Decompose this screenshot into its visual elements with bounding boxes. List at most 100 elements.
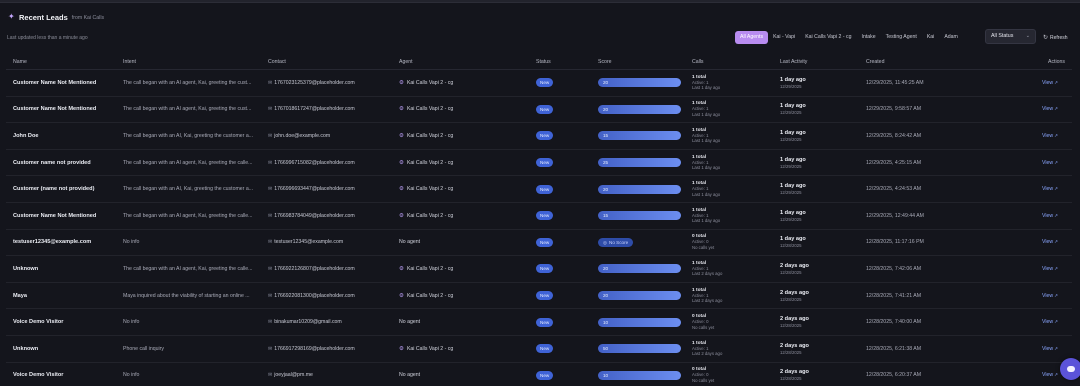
agent-filter-chip[interactable]: Kai <box>922 31 940 44</box>
table-row[interactable]: Customer Name Not Mentioned The call bega… <box>6 97 1072 124</box>
lead-name[interactable]: Customer Name Not Mentioned <box>13 70 118 96</box>
agent-filter-chip[interactable]: Kai Calls Vapi 2 - cg <box>800 31 856 44</box>
external-link-icon: ↗ <box>1054 292 1059 298</box>
table-row[interactable]: Customer (name not provided) The call beg… <box>6 176 1072 203</box>
lead-agent: ⚙ Kai Calls Vapi 2 - cg <box>399 176 529 202</box>
table-row[interactable]: Voice Demo Visitor No info ✉ binakumar10209… <box>6 309 1072 336</box>
status-badge: New <box>536 237 554 247</box>
lead-status: New <box>536 203 576 229</box>
status-badge: New <box>536 344 554 354</box>
external-link-icon: ↗ <box>1054 239 1059 245</box>
contact-email: 1766983784049@placeholder.com <box>274 212 355 219</box>
view-link[interactable]: View ↗ <box>1042 123 1072 149</box>
lead-created: 12/28/2025, 7:40:00 AM <box>866 319 922 326</box>
mail-icon: ✉ <box>268 186 273 193</box>
view-link[interactable]: View ↗ <box>1042 309 1072 335</box>
lead-name[interactable]: Maya <box>13 283 118 309</box>
column-header: Contact <box>268 58 286 65</box>
view-link[interactable]: View ↗ <box>1042 230 1072 256</box>
lead-contact: ✉ 1767023125379@placeholder.com <box>268 70 393 96</box>
view-link[interactable]: View ↗ <box>1042 283 1072 309</box>
table-row[interactable]: Customer name not provided The call began… <box>6 150 1072 177</box>
table-row[interactable]: John Doe The call began with an AI, Kai, … <box>6 123 1072 150</box>
bot-icon: ⚙ <box>399 106 404 113</box>
view-label: View <box>1042 132 1054 139</box>
activity-date: 12/29/2025 <box>780 216 802 222</box>
lead-contact: ✉ testuser12345@example.com <box>268 230 393 256</box>
status-badge: New <box>536 131 554 141</box>
view-label: View <box>1042 239 1054 246</box>
lead-calls: 1 total Active: 1 Last 2 days ago <box>692 336 772 362</box>
lead-score: 50 <box>598 336 688 362</box>
table-row[interactable]: Unknown The call began with an AI agent, … <box>6 256 1072 283</box>
agent-filter-chip[interactable]: Testing Agent <box>881 31 922 44</box>
lead-created: 12/29/2025, 12:49:44 AM <box>866 212 924 219</box>
external-link-icon: ↗ <box>1054 79 1059 85</box>
lead-agent: ⚙ Kai Calls Vapi 2 - cg <box>399 203 529 229</box>
lead-intent: Maya inquired about the viability of sta… <box>123 292 250 299</box>
chat-launcher-button[interactable] <box>1060 358 1080 380</box>
agent-filter-chip[interactable]: Adam <box>939 31 963 44</box>
table-row[interactable]: Maya Maya inquired about the viability of… <box>6 283 1072 310</box>
agent-name: Kai Calls Vapi 2 - cg <box>406 345 454 352</box>
lead-name[interactable]: John Doe <box>13 123 118 149</box>
view-link[interactable]: View ↗ <box>1042 150 1072 176</box>
score-bar: 15 <box>598 211 681 221</box>
table-row[interactable]: Customer Name Not Mentioned The call bega… <box>6 70 1072 97</box>
lead-agent: No agent <box>399 309 529 335</box>
score-bar: 10 <box>598 317 681 327</box>
score-bar: 20 <box>598 264 681 274</box>
score-bar: 20 <box>598 104 681 114</box>
view-link[interactable]: View ↗ <box>1042 256 1072 282</box>
lead-name[interactable]: testuser12345@example.com <box>13 230 118 256</box>
view-link[interactable]: View ↗ <box>1042 70 1072 96</box>
table-row[interactable]: Customer Name Not Mentioned The call bega… <box>6 203 1072 230</box>
calls-last: Last 1 day ago <box>692 111 721 117</box>
view-link[interactable]: View ↗ <box>1042 203 1072 229</box>
activity-date: 12/29/2025 <box>780 163 802 169</box>
table-row[interactable]: testuser12345@example.com No info ✉ testuse… <box>6 230 1072 257</box>
lead-name[interactable]: Customer Name Not Mentioned <box>13 203 118 229</box>
lead-status: New <box>536 309 576 335</box>
lead-name[interactable]: Unknown <box>13 336 118 362</box>
lead-agent: ⚙ Kai Calls Vapi 2 - cg <box>399 150 529 176</box>
view-link[interactable]: View ↗ <box>1042 97 1072 123</box>
agent-filter-chip[interactable]: All Agents <box>735 31 769 44</box>
contact-email: testuser12345@example.com <box>274 239 344 246</box>
status-filter-select[interactable]: All Status ⌄ <box>985 29 1036 44</box>
lead-intent: The call began with an AI agent, Kai, gr… <box>123 159 253 166</box>
score-bar: 25 <box>598 158 681 168</box>
contact-email: 1766996715082@placeholder.com <box>274 159 355 166</box>
table-row[interactable]: Unknown Phone call inquiry ✉ 1766917298169@… <box>6 336 1072 363</box>
view-label: View <box>1042 265 1054 272</box>
status-badge: New <box>536 158 554 168</box>
mail-icon: ✉ <box>268 212 273 219</box>
agent-name: No agent <box>399 239 421 246</box>
column-header: Name <box>13 58 27 65</box>
score-value: 20 <box>603 293 609 299</box>
contact-email: joeyjaal@pm.me <box>274 372 313 379</box>
lead-score: 20 <box>598 97 688 123</box>
lead-intent: The call began with an AI agent, Kai, gr… <box>123 265 253 272</box>
lead-status: New <box>536 256 576 282</box>
calls-last: No calls yet <box>692 324 715 330</box>
table-row[interactable]: Voice Demo Visitor No info ✉ joeyjaal@pm.me… <box>6 363 1072 386</box>
view-link[interactable]: View ↗ <box>1042 176 1072 202</box>
lead-score: 10 <box>598 309 688 335</box>
agent-filter-chip[interactable]: Intake <box>857 31 881 44</box>
agent-filter-chip[interactable]: Kai - Vapi <box>768 31 800 44</box>
refresh-button[interactable]: ↻ Refresh <box>1043 31 1068 44</box>
last-updated-text: Last updated less than a minute ago <box>7 35 88 41</box>
lead-score: 20 <box>598 176 688 202</box>
lead-contact: ✉ binakumar10209@gmail.com <box>268 309 393 335</box>
refresh-icon: ↻ <box>1043 35 1049 41</box>
lead-name[interactable]: Customer name not provided <box>13 150 118 176</box>
lead-name[interactable]: Customer Name Not Mentioned <box>13 97 118 123</box>
lead-contact: ✉ 1766917298169@placeholder.com <box>268 336 393 362</box>
lead-name[interactable]: Voice Demo Visitor <box>13 363 118 386</box>
lead-name[interactable]: Unknown <box>13 256 118 282</box>
lead-intent: The call began with an AI agent, Kai, gr… <box>123 106 252 113</box>
lead-name[interactable]: Voice Demo Visitor <box>13 309 118 335</box>
score-value: 10 <box>603 372 609 378</box>
lead-name[interactable]: Customer (name not provided) <box>13 176 118 202</box>
